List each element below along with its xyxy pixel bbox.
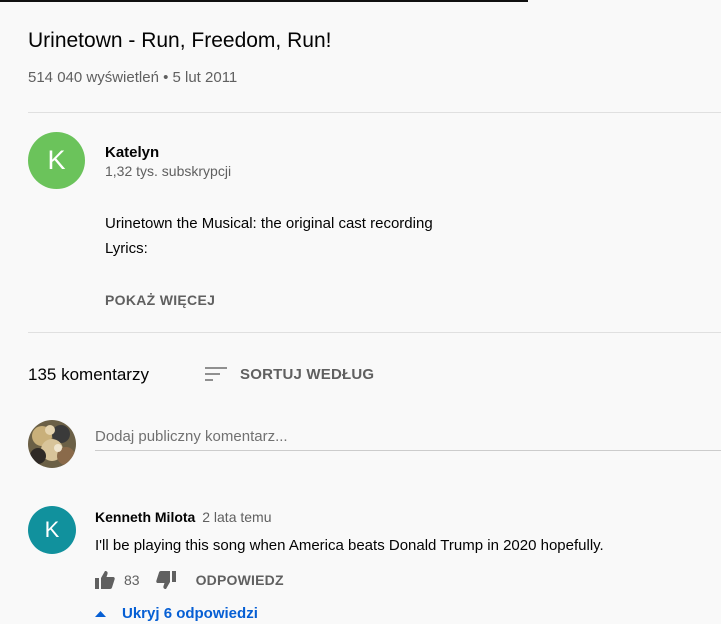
video-title: Urinetown - Run, Freedom, Run! [28, 29, 332, 52]
divider [28, 112, 721, 113]
sort-icon [204, 364, 228, 384]
channel-name[interactable]: Katelyn [105, 144, 159, 161]
show-more-button[interactable]: POKAŻ WIĘCEJ [105, 292, 215, 308]
video-description: Urinetown the Musical: the original cast… [105, 211, 433, 261]
commenter-avatar[interactable]: K [28, 506, 76, 554]
user-avatar[interactable] [28, 420, 76, 468]
channel-avatar[interactable]: K [28, 132, 85, 189]
video-meta: 514 040 wyświetleń • 5 lut 2011 [28, 69, 238, 86]
description-line: Lyrics: [105, 240, 148, 257]
comment-text: I'll be playing this song when America b… [95, 537, 604, 554]
subscriber-count: 1,32 tys. subskrypcji [105, 163, 232, 179]
thumb-down-icon[interactable] [155, 571, 176, 589]
hide-replies-label: Ukryj 6 odpowiedzi [122, 605, 258, 622]
comment-author[interactable]: Kenneth Milota [95, 509, 195, 525]
thumb-up-icon[interactable] [95, 571, 115, 589]
sort-button[interactable]: SORTUJ WEDŁUG [204, 364, 374, 384]
reply-button[interactable]: ODPOWIEDZ [196, 572, 284, 588]
sort-label: SORTUJ WEDŁUG [240, 365, 375, 383]
commenter-avatar-letter: K [44, 517, 60, 542]
channel-avatar-letter: K [47, 145, 66, 175]
comment-header: Kenneth Milota 2 lata temu [95, 509, 272, 525]
like-count: 83 [124, 572, 140, 588]
divider [28, 332, 721, 333]
comment-time[interactable]: 2 lata temu [202, 509, 271, 525]
comment-count: 135 komentarzy [28, 365, 149, 384]
comment-actions: 83 ODPOWIEDZ [95, 569, 284, 591]
top-edge-line [0, 0, 528, 2]
caret-up-icon [95, 610, 106, 617]
add-comment-input[interactable] [95, 422, 721, 451]
hide-replies-button[interactable]: Ukryj 6 odpowiedzi [95, 605, 258, 622]
description-line: Urinetown the Musical: the original cast… [105, 215, 433, 232]
